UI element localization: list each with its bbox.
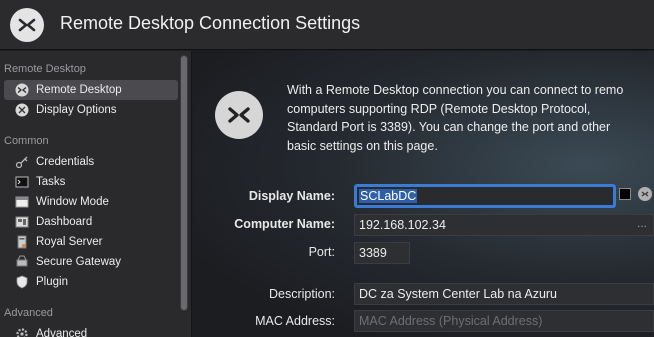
color-swatch[interactable] [619, 188, 631, 200]
icon-picker-button[interactable] [638, 187, 652, 201]
mac-address-placeholder: MAC Address (Physical Address) [359, 314, 543, 328]
gear-icon [14, 326, 30, 337]
sidebar-item-label: Window Mode [36, 196, 109, 208]
port-value: 3389 [359, 246, 387, 260]
sidebar-item-label: Dashboard [36, 216, 93, 228]
computer-name-label: Computer Name: [234, 217, 335, 231]
sidebar-item-dashboard[interactable]: Dashboard [4, 212, 178, 232]
title-bar: Remote Desktop Connection Settings [0, 0, 654, 50]
sidebar-item-label: Credentials [36, 156, 95, 168]
sidebar-item-credentials[interactable]: Credentials [4, 152, 178, 172]
sidebar: Remote Desktop Remote Desktop Display Op… [0, 51, 192, 337]
window-icon [14, 194, 30, 210]
sidebar-item-tasks[interactable]: Tasks [4, 172, 178, 192]
sidebar-item-advanced[interactable]: Advanced [4, 324, 178, 337]
window-title: Remote Desktop Connection Settings [60, 13, 361, 33]
browse-button[interactable]: ... [637, 216, 647, 230]
server-icon [14, 234, 30, 250]
sidebar-section-common: Common [4, 135, 49, 147]
sidebar-item-secure-gateway[interactable]: Secure Gateway [4, 252, 178, 272]
port-field[interactable]: 3389 [354, 242, 410, 264]
intro-line: computers supporting RDP (Remote Desktop… [287, 101, 591, 116]
sidebar-item-display-options[interactable]: Display Options [4, 100, 178, 120]
description-value: DC za System Center Lab na Azuru [359, 287, 558, 301]
port-label: Port: [308, 245, 335, 259]
key-icon [14, 154, 30, 170]
dashboard-icon [14, 214, 30, 230]
sidebar-item-label: Remote Desktop [36, 84, 122, 96]
sidebar-item-remote-desktop[interactable]: Remote Desktop [4, 80, 178, 100]
remote-desktop-icon [10, 8, 44, 42]
mac-address-label: MAC Address: [255, 314, 335, 328]
sidebar-item-label: Tasks [36, 176, 66, 188]
computer-name-field[interactable]: 192.168.102.34 [354, 214, 654, 236]
sidebar-item-label: Plugin [36, 276, 68, 288]
display-name-value: SCLabDC [359, 189, 418, 203]
sidebar-scrollbar-thumb[interactable] [181, 56, 187, 310]
sidebar-item-label: Display Options [36, 104, 117, 116]
sidebar-section-remote-desktop: Remote Desktop [4, 63, 86, 75]
display-options-icon [14, 102, 30, 118]
sidebar-scrollbar[interactable] [180, 55, 188, 311]
terminal-icon [14, 174, 30, 190]
mac-address-field[interactable]: MAC Address (Physical Address) [354, 310, 654, 332]
sidebar-item-label: Advanced [36, 328, 88, 337]
shield-icon [14, 274, 30, 290]
intro-text: With a Remote Desktop connection you can… [287, 81, 654, 155]
gateway-icon [14, 254, 30, 270]
sidebar-item-window-mode[interactable]: Window Mode [4, 192, 178, 212]
display-name-field[interactable]: SCLabDC [354, 184, 616, 208]
remote-desktop-icon [215, 91, 263, 139]
sidebar-item-label: Secure Gateway [36, 256, 122, 268]
intro-line: Standard Port is 3389). You can change t… [287, 120, 611, 134]
intro-line: With a Remote Desktop connection you can… [287, 83, 624, 97]
sidebar-item-plugin[interactable]: Plugin [4, 272, 178, 292]
intro-line: basic settings on this page. [287, 138, 438, 153]
sidebar-item-royal-server[interactable]: Royal Server [4, 232, 178, 252]
sidebar-item-label: Royal Server [36, 236, 103, 248]
description-label: Description: [269, 287, 335, 301]
display-name-label: Display Name: [248, 189, 335, 203]
remote-desktop-icon [14, 82, 30, 98]
settings-panel: With a Remote Desktop connection you can… [193, 51, 654, 337]
computer-name-value: 192.168.102.34 [359, 218, 446, 232]
description-field[interactable]: DC za System Center Lab na Azuru [354, 283, 654, 305]
sidebar-section-advanced: Advanced [4, 307, 53, 319]
